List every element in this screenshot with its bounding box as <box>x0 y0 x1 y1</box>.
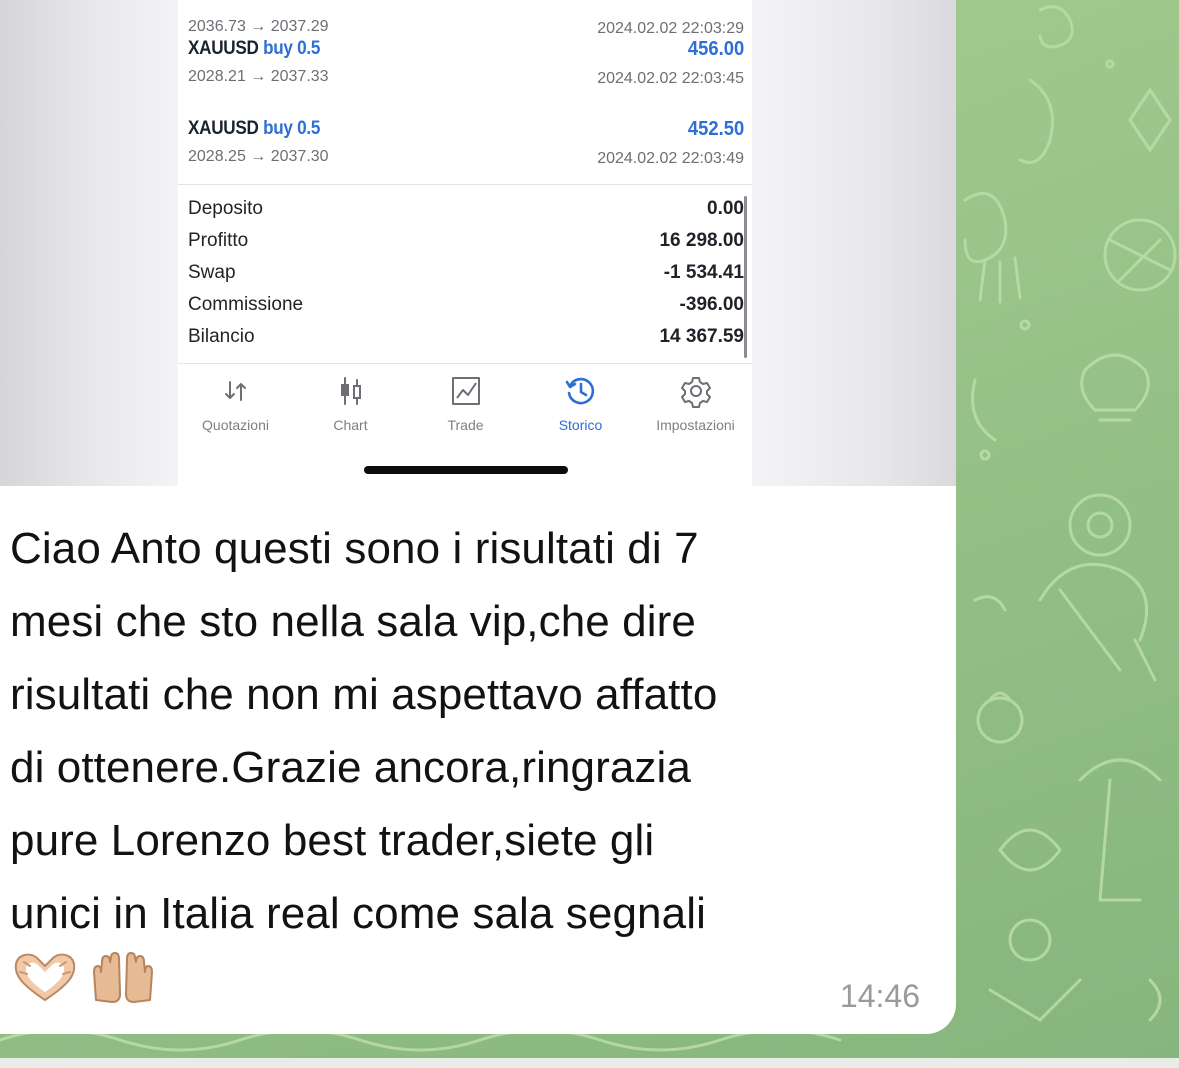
tab-label: Chart <box>333 417 368 433</box>
message-line: mesi che sto nella sala vip,che dire <box>10 597 696 646</box>
tab-label: Impostazioni <box>656 417 735 433</box>
summary-value: 0.00 <box>707 198 744 219</box>
bottom-edge <box>0 1058 1179 1068</box>
tab-label: Storico <box>558 417 603 433</box>
scrollbar-thumb <box>744 196 747 358</box>
tab-label: Trade <box>447 417 484 433</box>
trade-symbol-line: XAUUSD buy 0.5 <box>188 118 320 140</box>
message-bubble[interactable]: 2036.73 → 2037.29 2024.02.02 22:03:29 XA… <box>0 0 956 1034</box>
trade-time: 2024.02.02 22:03:45 <box>597 70 744 87</box>
summary-label: Swap <box>188 262 236 283</box>
palms-up-emoji <box>93 952 154 1003</box>
trade-symbol: XAUUSD <box>188 38 259 59</box>
message-line: pure Lorenzo best trader,siete gli <box>10 816 655 865</box>
trade-volume: 0.5 <box>297 118 321 139</box>
summary-label: Commissione <box>188 294 304 315</box>
trading-app-history-screen: 2036.73 → 2037.29 2024.02.02 22:03:29 XA… <box>178 0 752 486</box>
message-line: risultati che non mi aspettavo affatto <box>10 670 718 719</box>
summary-label: Profitto <box>188 230 249 251</box>
tab-quotazioni: Quotazioni <box>178 370 293 440</box>
message-line: di ottenere.Grazie ancora,ringrazia <box>10 743 691 792</box>
tab-storico: Storico <box>523 370 638 440</box>
tab-chart: Chart <box>293 370 408 440</box>
trade-time: 2024.02.02 22:03:49 <box>597 150 744 167</box>
summary-label: Deposito <box>188 198 263 219</box>
message-emojis <box>10 950 162 1010</box>
heart-hands-emoji <box>14 953 76 1002</box>
trade-price-range: 2028.25 → 2037.30 <box>188 148 329 165</box>
summary-row-profitto: Profitto 16 298.00 <box>188 226 744 256</box>
message-text: Ciao Anto questi sono i risultati di 7 m… <box>10 512 940 950</box>
summary-value: 14 367.59 <box>659 326 744 347</box>
message-line: unici in Italia real come sala segnali <box>10 889 706 938</box>
tab-trade: Trade <box>408 370 523 440</box>
tab-label: Quotazioni <box>202 417 269 433</box>
history-clock-icon <box>565 377 594 405</box>
message-line: Ciao Anto questi sono i risultati di 7 <box>10 524 699 573</box>
summary-row-deposito: Deposito 0.00 <box>188 194 744 224</box>
trade-volume: 0.5 <box>297 38 321 59</box>
trade-side: buy <box>263 118 293 139</box>
summary-value: -1 534.41 <box>663 262 744 283</box>
tab-impostazioni: Impostazioni <box>638 370 753 440</box>
divider <box>178 184 752 185</box>
summary-label: Bilancio <box>188 326 255 347</box>
summary-row-swap: Swap -1 534.41 <box>188 258 744 288</box>
trade-row: XAUUSD buy 0.5 2028.25 → 2037.30 452.50 … <box>188 108 744 188</box>
trade-chart-icon <box>451 377 480 405</box>
message-timestamp: 14:46 <box>839 978 920 1014</box>
attached-screenshot[interactable]: 2036.73 → 2037.29 2024.02.02 22:03:29 XA… <box>0 0 956 486</box>
summary-value: -396.00 <box>679 294 744 315</box>
trade-symbol: XAUUSD <box>188 118 259 139</box>
summary-value: 16 298.00 <box>659 230 744 251</box>
candlestick-chart-icon <box>340 377 361 405</box>
trade-symbol-line: XAUUSD buy 0.5 <box>188 38 320 60</box>
quotes-arrows-icon <box>224 381 246 401</box>
trade-profit: 452.50 <box>687 118 744 140</box>
trade-side: buy <box>263 38 293 59</box>
trade-row: XAUUSD buy 0.5 2028.21 → 2037.33 456.00 … <box>188 28 744 108</box>
trade-price-range: 2028.21 → 2037.33 <box>188 68 329 85</box>
screenshot-blur-right <box>752 0 956 486</box>
screenshot-blur-left <box>0 0 180 486</box>
summary-row-bilancio: Bilancio 14 367.59 <box>188 322 744 352</box>
tabbar-divider <box>178 363 752 364</box>
settings-gear-icon <box>680 377 711 408</box>
summary-row-commissione: Commissione -396.00 <box>188 290 744 320</box>
home-indicator <box>364 466 568 474</box>
trade-profit: 456.00 <box>687 38 744 60</box>
